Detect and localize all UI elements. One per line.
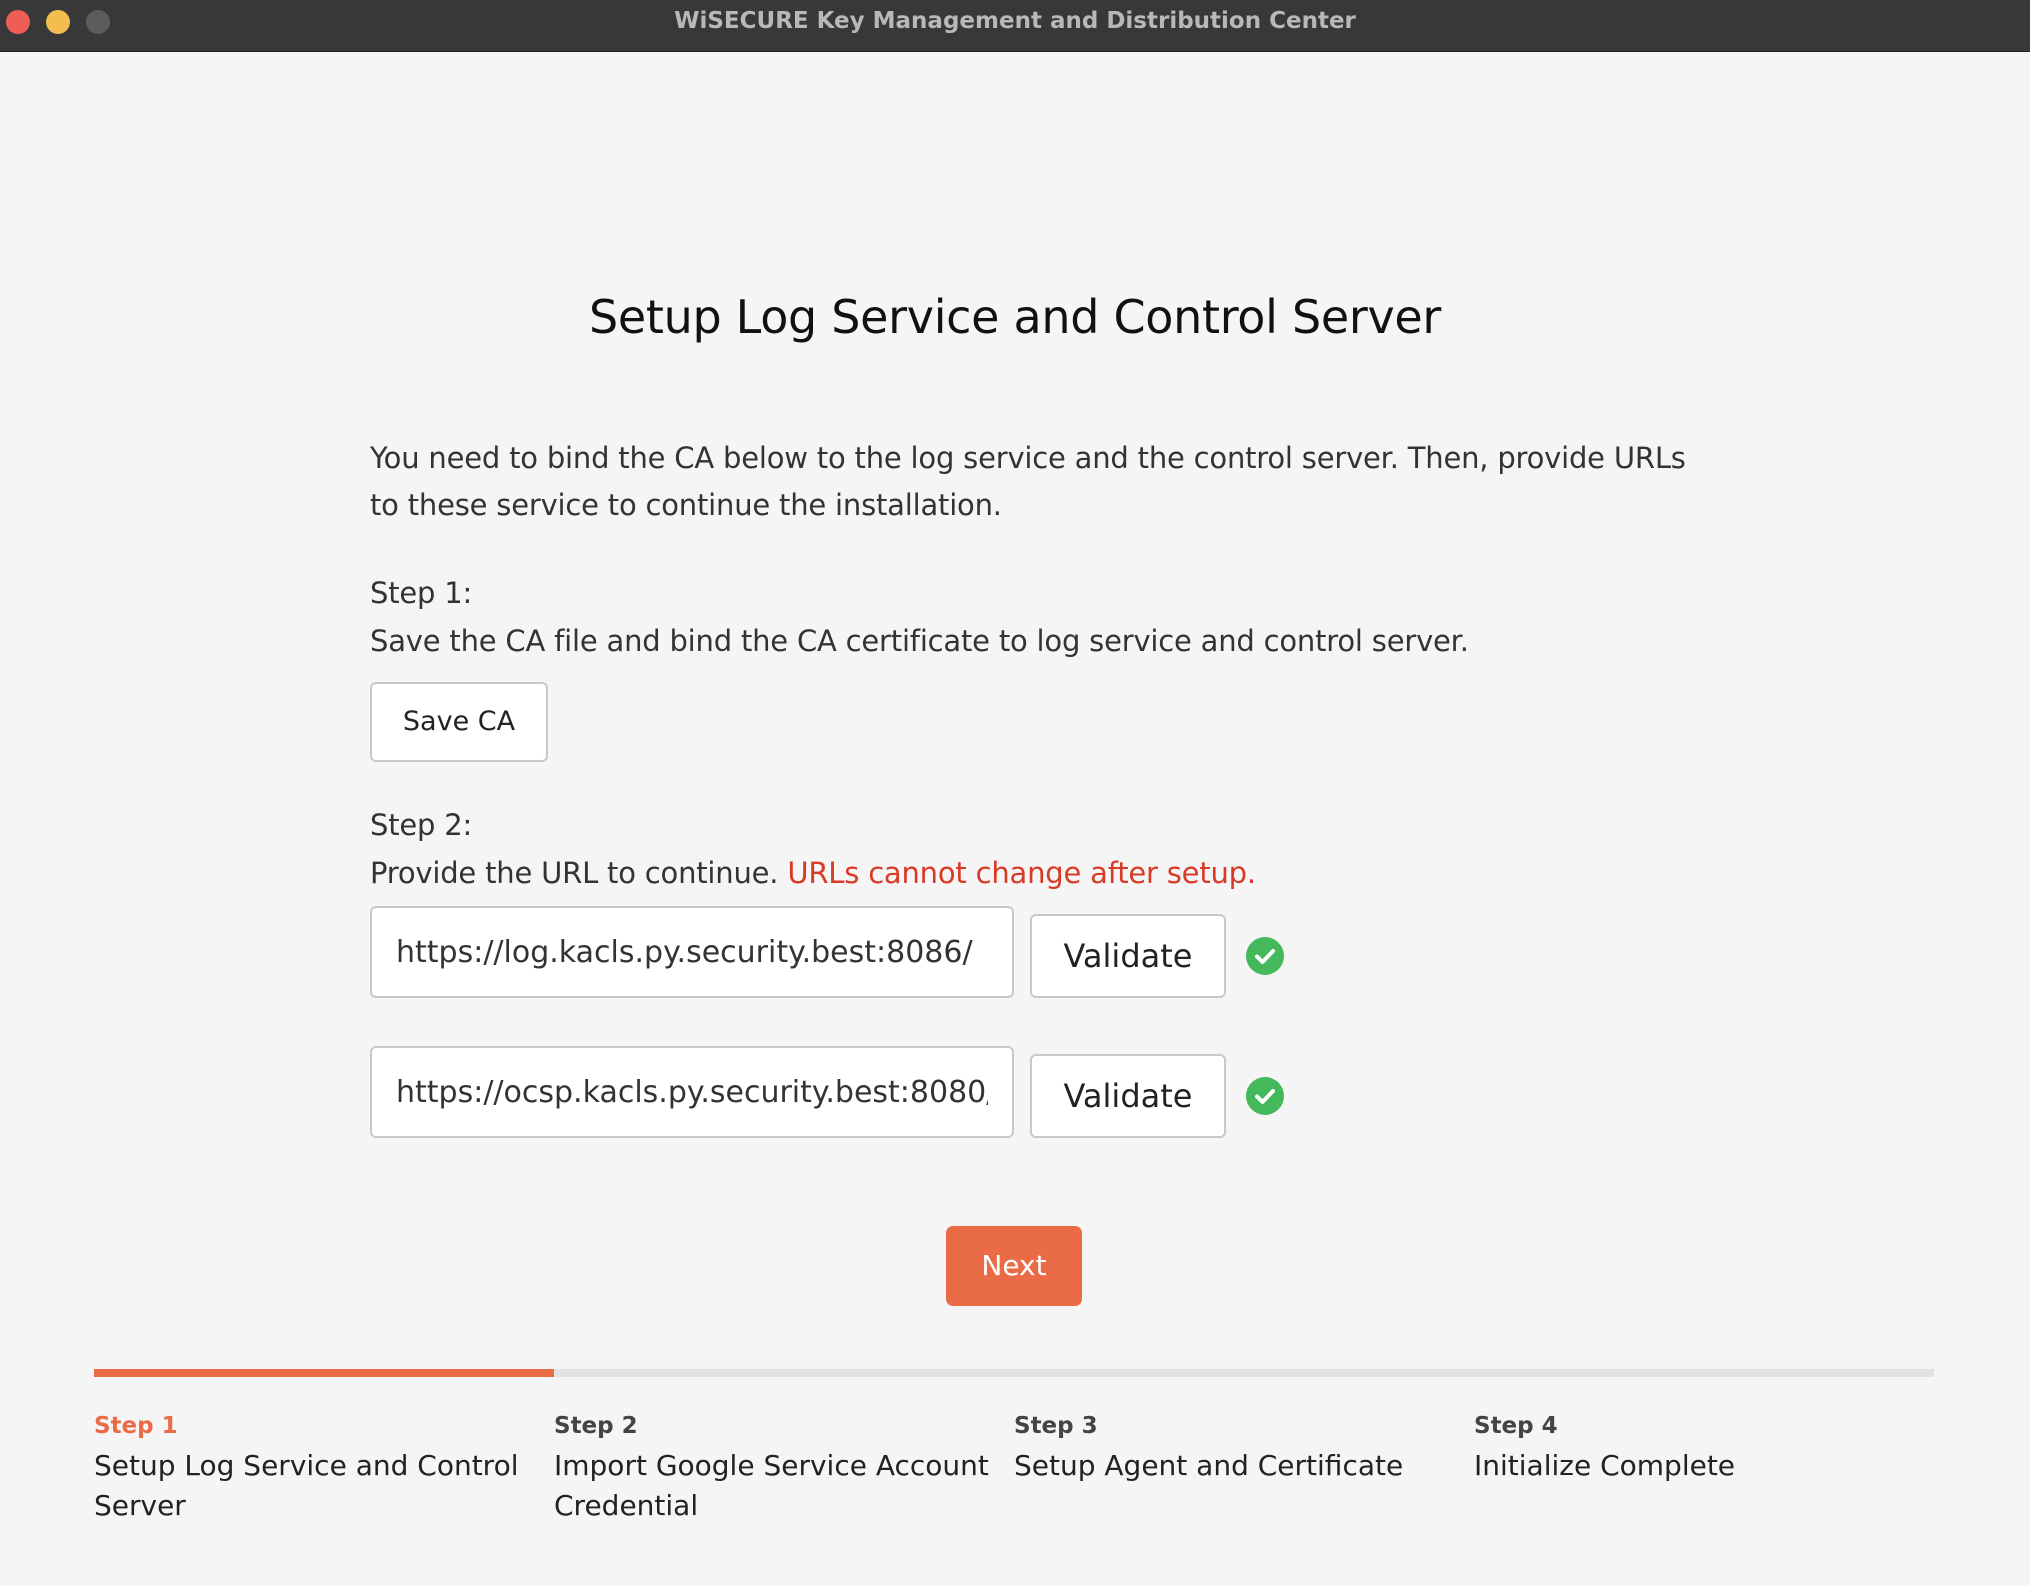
stepper-step-number: Step 4 [1474,1413,1558,1439]
step2-description: Provide the URL to continue. URLs cannot… [370,850,1690,897]
title-bar: WiSECURE Key Management and Distribution… [0,0,2030,52]
stepper-step-number: Step 1 [94,1413,178,1439]
log-service-url-input[interactable] [370,906,1014,998]
step1-label: Step 1: [370,576,473,610]
stepper-step-label: Initialize Complete [1474,1449,1736,1482]
check-circle-icon [1246,1077,1284,1115]
step2-label: Step 2: [370,808,473,842]
stepper-step-number: Step 3 [1014,1413,1098,1439]
step2-instruction: Provide the URL to continue. [370,856,788,890]
validate-ocsp-url-button[interactable]: Validate [1030,1054,1226,1138]
stepper-step-label: Setup Agent and Certificate [1014,1449,1404,1482]
step1-description: Save the CA file and bind the CA certifi… [370,624,1469,658]
check-circle-icon [1246,937,1284,975]
stepper-step-3: Step 3 Setup Agent and Certificate [1014,1410,1454,1486]
window-title: WiSECURE Key Management and Distribution… [674,8,1356,34]
page-title: Setup Log Service and Control Server [588,290,1442,344]
stepper-step-1: Step 1 Setup Log Service and Control Ser… [94,1410,534,1526]
intro-text: You need to bind the CA below to the log… [370,441,1686,522]
progress-bar [94,1369,1934,1377]
progress-bar-fill [94,1369,554,1377]
url-warning: URLs cannot change after setup. [787,856,1256,890]
app-window: WiSECURE Key Management and Distribution… [0,0,2030,1586]
stepper-step-4: Step 4 Initialize Complete [1474,1410,1914,1486]
save-ca-button[interactable]: Save CA [370,682,548,762]
ocsp-url-input[interactable] [370,1046,1014,1138]
next-button[interactable]: Next [946,1226,1082,1306]
validate-log-url-button[interactable]: Validate [1030,914,1226,998]
stepper-step-label: Import Google Service Account Credential [554,1449,989,1522]
stepper-step-number: Step 2 [554,1413,638,1439]
stepper-step-label: Setup Log Service and Control Server [94,1449,519,1522]
stepper-step-2: Step 2 Import Google Service Account Cre… [554,1410,994,1526]
